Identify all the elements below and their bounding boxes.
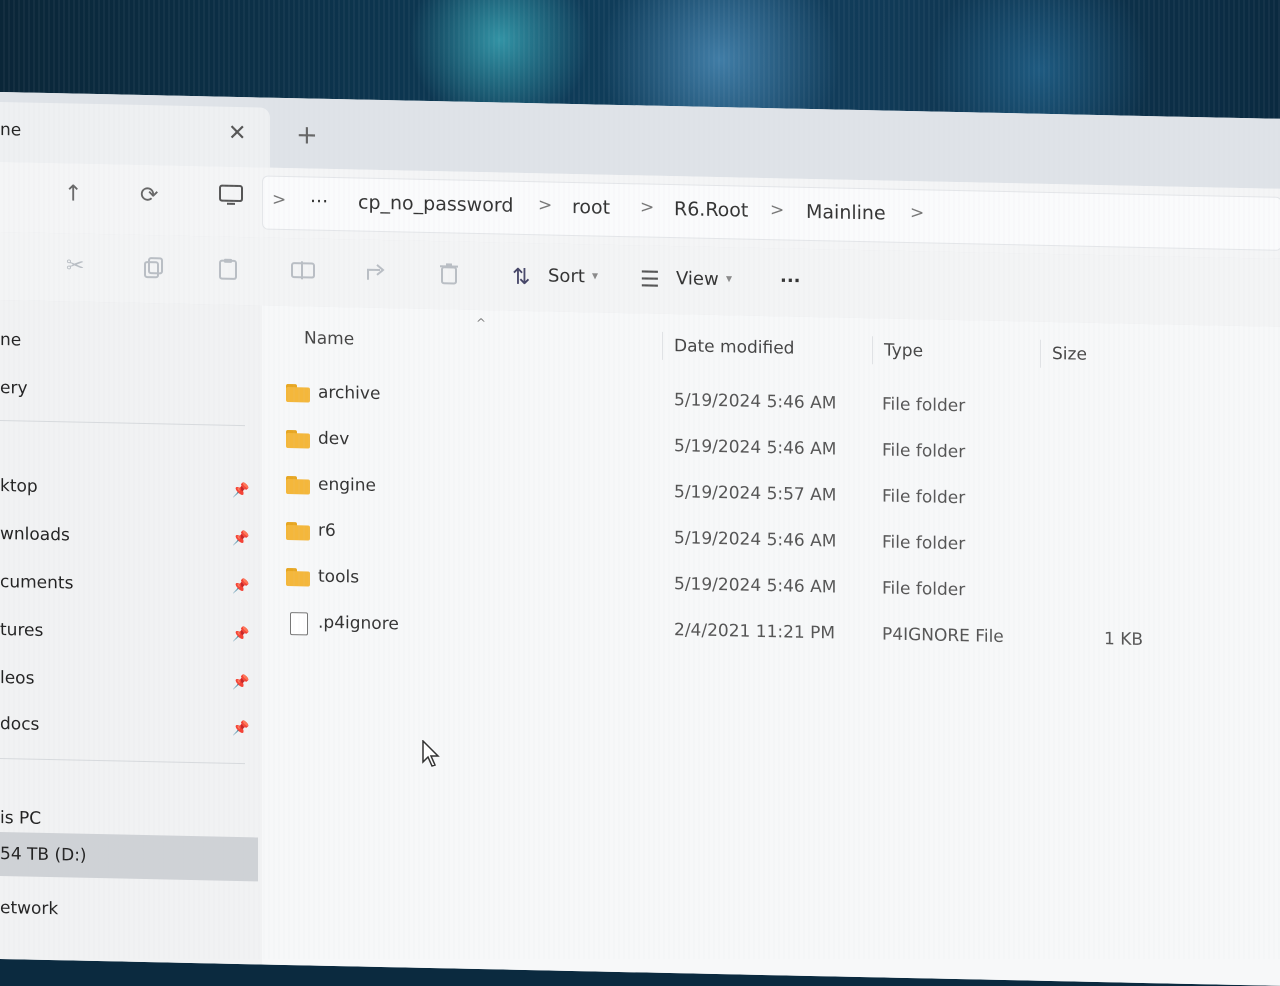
pin-icon: 📌 (232, 627, 249, 643)
tab-current[interactable]: ne ✕ (0, 102, 270, 168)
delete-icon[interactable] (438, 261, 460, 291)
monitor-icon[interactable] (218, 183, 244, 216)
sidebar-item-network[interactable]: etwork (0, 898, 58, 919)
file-name: tools (318, 567, 359, 588)
breadcrumb-root[interactable]: root (572, 196, 610, 219)
breadcrumb-overflow[interactable]: ··· (310, 190, 328, 212)
column-header-name[interactable]: Name (304, 328, 354, 349)
column-divider[interactable] (662, 332, 663, 360)
close-tab-icon[interactable]: ✕ (228, 121, 246, 146)
file-date: 5/19/2024 5:46 AM (674, 436, 836, 459)
file-name: r6 (318, 521, 336, 541)
folder-icon (286, 568, 310, 587)
file-type: File folder (882, 440, 965, 462)
file-type: File folder (882, 486, 965, 508)
sidebar-divider (0, 758, 245, 764)
folder-icon (286, 430, 310, 449)
mouse-cursor-icon (422, 740, 442, 768)
new-tab-icon[interactable]: + (296, 120, 318, 150)
folder-icon (286, 476, 310, 495)
sidebar-item-gallery[interactable]: ery (0, 378, 28, 399)
breadcrumb-separator-icon[interactable]: > (770, 200, 784, 220)
file-date: 5/19/2024 5:57 AM (674, 482, 836, 505)
sort-button[interactable]: Sort (548, 265, 585, 287)
file-icon (290, 612, 308, 635)
breadcrumb-r6-root[interactable]: R6.Root (674, 198, 748, 222)
sort-ascending-icon: ^ (476, 316, 486, 330)
sort-icon[interactable]: ⇅ (512, 265, 530, 290)
sidebar-item-downloads[interactable]: wnloads (0, 524, 70, 545)
paste-icon[interactable] (216, 257, 240, 288)
file-type: P4IGNORE File (882, 624, 1004, 647)
file-name: dev (318, 429, 349, 450)
refresh-icon[interactable]: ⟳ (140, 183, 158, 208)
sidebar-item-home[interactable]: ne (0, 330, 21, 350)
sidebar-divider (0, 420, 245, 426)
navigation-pane: ne ery ktop 📌 wnloads 📌 cuments 📌 tures … (0, 300, 262, 964)
file-date: 5/19/2024 5:46 AM (674, 528, 836, 551)
sidebar-item-docs[interactable]: docs (0, 714, 39, 735)
sidebar-item-desktop[interactable]: ktop (0, 476, 38, 497)
column-divider[interactable] (872, 336, 873, 364)
file-size: 1 KB (1104, 629, 1143, 650)
copy-icon[interactable] (142, 255, 166, 286)
sidebar-item-pictures[interactable]: tures (0, 620, 43, 641)
view-icon[interactable]: ☰ (640, 267, 660, 292)
breadcrumb-mainline[interactable]: Mainline (806, 201, 886, 225)
file-name: archive (318, 383, 380, 404)
file-name: engine (318, 475, 376, 496)
sidebar-item-documents[interactable]: cuments (0, 572, 73, 594)
pin-icon: 📌 (232, 483, 249, 499)
breadcrumb-cp-no-password[interactable]: cp_no_password (358, 191, 513, 216)
up-arrow-icon[interactable]: ↑ (64, 181, 82, 206)
pin-icon: 📌 (232, 721, 249, 737)
tab-title: ne (0, 120, 21, 140)
view-button[interactable]: View (676, 268, 719, 290)
breadcrumb-separator-icon[interactable]: > (910, 203, 924, 223)
rename-icon[interactable] (290, 258, 316, 289)
pin-icon: 📌 (232, 531, 249, 547)
view-chevron-down-icon[interactable]: ▾ (726, 271, 732, 285)
breadcrumb-separator-icon[interactable]: > (538, 195, 552, 215)
file-type: File folder (882, 394, 965, 416)
folder-icon (286, 384, 310, 403)
share-icon[interactable] (364, 260, 388, 291)
column-header-type[interactable]: Type (884, 341, 923, 362)
sidebar-item-videos[interactable]: leos (0, 668, 34, 689)
column-divider[interactable] (1040, 340, 1041, 368)
file-type: File folder (882, 532, 965, 554)
file-type: File folder (882, 578, 965, 600)
file-name: .p4ignore (318, 613, 399, 635)
cut-icon[interactable]: ✂ (66, 253, 84, 278)
sidebar-item-this-pc[interactable]: is PC (0, 808, 41, 829)
file-explorer-window: ne ✕ + ↑ ⟳ > ··· cp_no_password > root >… (0, 92, 1280, 986)
pin-icon: 📌 (232, 675, 249, 691)
file-date: 5/19/2024 5:46 AM (674, 574, 836, 597)
sort-chevron-down-icon[interactable]: ▾ (592, 268, 598, 282)
file-list: ^ Name Date modified Type Size archive 5… (262, 305, 1280, 985)
breadcrumb-separator-icon[interactable]: > (640, 197, 654, 217)
folder-icon (286, 522, 310, 541)
pin-icon: 📌 (232, 579, 249, 595)
more-options-button[interactable]: ··· (780, 270, 801, 291)
file-date: 5/19/2024 5:46 AM (674, 390, 836, 413)
column-header-size[interactable]: Size (1052, 344, 1087, 365)
file-date: 2/4/2021 11:21 PM (674, 620, 835, 643)
column-header-date-modified[interactable]: Date modified (674, 336, 794, 359)
breadcrumb-separator-icon: > (272, 190, 286, 210)
sidebar-item-drive-d[interactable]: 54 TB (D:) (0, 844, 87, 866)
